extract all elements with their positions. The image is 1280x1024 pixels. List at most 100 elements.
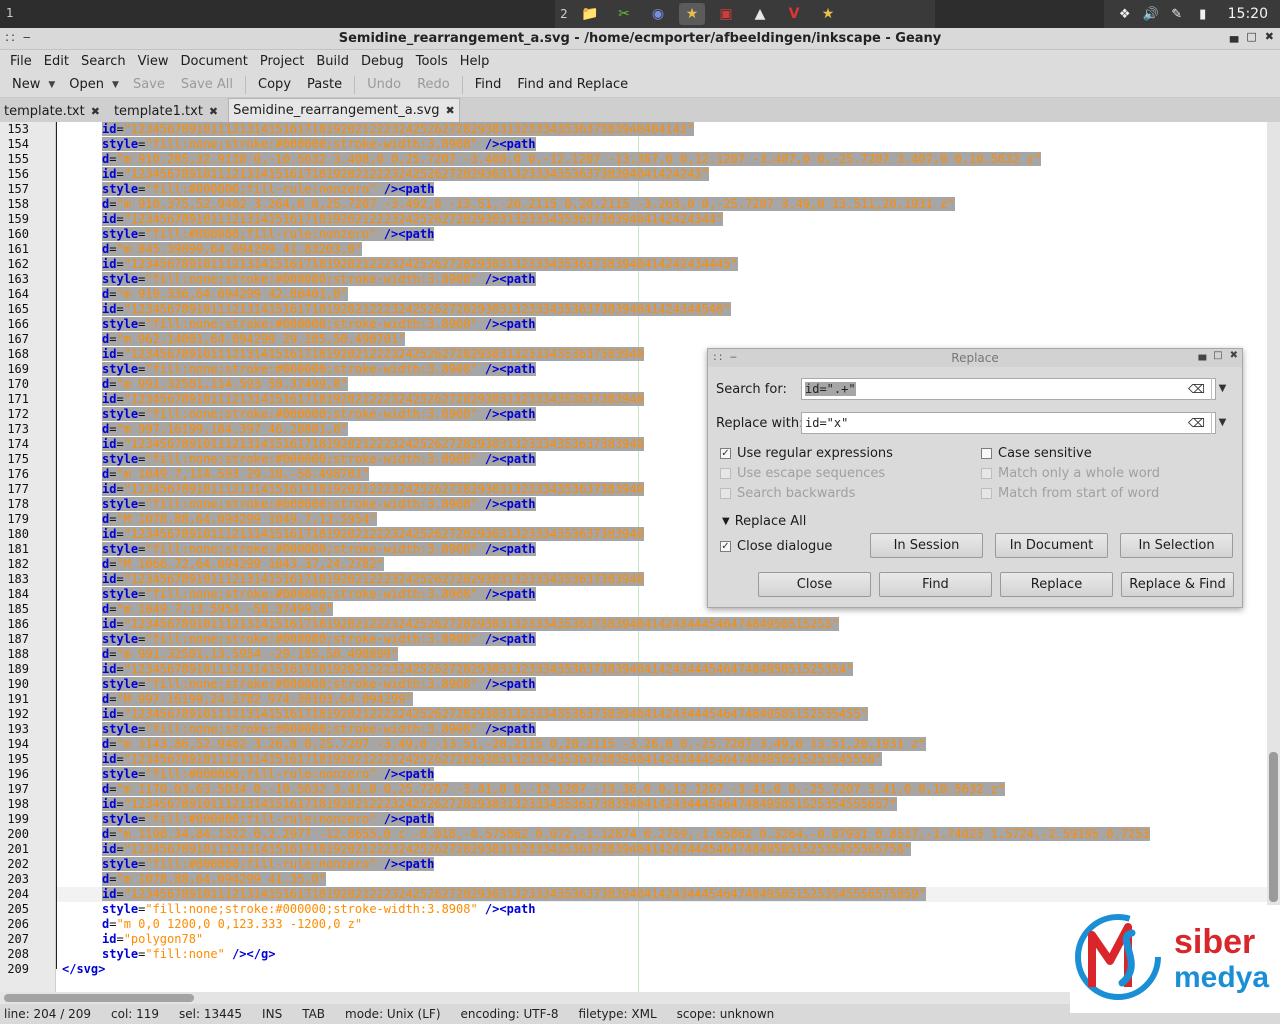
code-line[interactable]: style="fill:none;stroke:#000000;stroke-w… [102,407,536,422]
vivaldi-icon[interactable]: V [781,3,807,25]
replace-all-expander[interactable]: ▼ Replace All [722,514,806,529]
in-session-button[interactable]: In Session [870,533,983,558]
code-line[interactable]: style="fill:none;stroke:#000000;stroke-w… [102,902,536,917]
menu-view[interactable]: View [132,54,175,69]
menu-edit[interactable]: Edit [38,54,75,69]
code-line[interactable]: id="123456789101112131415161718192021222… [102,122,695,137]
replace-with-input[interactable]: id="x" [801,412,1216,434]
use-escape-checkbox[interactable]: Use escape sequences [720,466,885,481]
code-line[interactable]: style="fill:none;stroke:#000000;stroke-w… [102,452,536,467]
code-line[interactable]: id="123456789101112131415161718192021222… [102,752,883,767]
clear-search-icon[interactable]: ⌫ [1188,382,1205,396]
code-line[interactable]: style="fill:none;stroke:#000000;stroke-w… [102,542,536,557]
code-line[interactable]: id="123456789101112131415161718192021222… [102,167,709,182]
close-dialogue-checkbox[interactable]: ✓ Close dialogue [720,539,832,554]
code-line[interactable]: d="m 0,0 1200,0 0,123.333 -1200,0 z" [102,917,362,932]
use-regex-checkbox[interactable]: ✓ Use regular expressions [720,446,893,461]
code-line[interactable]: d="m 1190.34,84.1322 0,2.2977 -12.8655,0… [102,827,1150,842]
open-dropdown-icon[interactable]: ▼ [112,80,119,90]
code-line[interactable]: id="123456789101112131415161718192021222… [102,887,926,902]
code-line[interactable]: style="fill:none;stroke:#000000;stroke-w… [102,362,536,377]
vertical-scrollbar[interactable] [1267,122,1280,992]
close-tab-icon[interactable]: ✖ [209,105,218,118]
code-line[interactable]: id="123456789101112131415161718192021222… [102,842,912,857]
replace-and-find-button[interactable]: Replace & Find [1121,572,1234,597]
close-window-icon[interactable]: ✖ [1265,30,1274,43]
code-line[interactable]: d="m 1170.03,63.5034 0,-10.5632 3.41,0 0… [102,782,1006,797]
search-for-input[interactable]: id=".+" [801,378,1216,400]
code-line[interactable]: style="fill:#000000;fill-rule:nonzero" /… [102,767,435,782]
code-line[interactable]: id="123456789101112131415161718192021222… [102,662,854,677]
code-line[interactable]: d="m 997.16199,104.397 46.20801,0" [102,422,348,437]
code-line[interactable]: d="m 845.39899,64.094299 41.83203,0" [102,242,363,257]
in-selection-button[interactable]: In Selection [1120,533,1233,558]
geany-alt-icon[interactable]: ★ [815,3,841,25]
code-line[interactable]: style="fill:none;stroke:#000000;stroke-w… [102,317,536,332]
tab-semidine-svg[interactable]: Semidine_rearrangement_a.svg ✖ [228,98,460,122]
find-dialog-button[interactable]: Find [879,572,992,597]
menu-build[interactable]: Build [310,54,355,69]
open-button[interactable]: Open [61,77,112,92]
clear-replace-icon[interactable]: ⌫ [1188,416,1205,430]
tab-template-txt[interactable]: template.txt ✖ [0,100,104,122]
code-line[interactable]: style="fill:#000000;fill-rule:nonzero" /… [102,227,435,242]
search-history-dropdown-icon[interactable]: ▼ [1211,378,1233,400]
maximize-icon[interactable]: □ [1246,30,1256,43]
workspace-indicator[interactable]: 1 [6,6,14,20]
inkscape-icon[interactable]: ▲ [747,3,773,25]
code-line[interactable]: </svg> [62,962,105,977]
code-line[interactable]: id="123456789101112131415161718192021222… [102,572,644,587]
code-line[interactable]: id="123456789101112131415161718192021222… [102,527,644,542]
code-line[interactable]: id="123456789101112131415161718192021222… [102,212,724,227]
code-line[interactable]: d="m 991.32501,13.5954 -29.185,50.498899… [102,647,399,662]
undo-button[interactable]: Undo [359,77,409,92]
code-line[interactable]: d="m 910.285,32.9138 0,-10.5632 3.408,0 … [102,152,1042,167]
code-line[interactable]: id="123456789101112131415161718192021222… [102,257,738,272]
code-line[interactable]: d="M 1078.88,64.094299 1049.7,13.5954" [102,512,377,527]
code-line[interactable]: d="m 962.14001,64.094299 29.185,50.49870… [102,332,406,347]
code-line[interactable]: d="M 1066.72,64.094299 1043.37,24.2782" [102,557,384,572]
menu-help[interactable]: Help [454,54,496,69]
new-dropdown-icon[interactable]: ▼ [48,80,55,90]
code-line[interactable]: style="fill:none;stroke:#000000;stroke-w… [102,497,536,512]
presentation-icon[interactable]: ▣ [713,3,739,25]
code-line[interactable]: id="123456789101112131415161718192021222… [102,707,868,722]
code-line[interactable]: style="fill:none;stroke:#000000;stroke-w… [102,272,536,287]
code-line[interactable]: style="fill:none;stroke:#000000;stroke-w… [102,632,536,647]
menu-project[interactable]: Project [254,54,310,69]
code-line[interactable]: d="m 910.375,52.9402 3.264,0 0,25.7207 -… [102,197,955,212]
workspace-number[interactable]: 2 [555,7,573,21]
dialog-titlebar[interactable]: :: ‒ Replace ▄ □ ✖ [708,349,1242,367]
vertical-scroll-thumb[interactable] [1269,752,1278,902]
battery-icon[interactable]: ▮ [1192,4,1214,24]
folder-icon[interactable]: 📁 [577,3,603,25]
redo-button[interactable]: Redo [409,77,458,92]
pen-icon[interactable]: ✎ [1166,4,1188,24]
in-document-button[interactable]: In Document [995,533,1108,558]
code-line[interactable]: id="123456789101112131415161718192021222… [102,392,644,407]
code-line[interactable]: d="m 991.32501,114.593 58.37499,0" [102,377,348,392]
menu-document[interactable]: Document [174,54,253,69]
tab-template1-txt[interactable]: template1.txt ✖ [110,100,222,122]
code-line[interactable]: d="m 1049.7,13.5954 -58.37499,0" [102,602,334,617]
search-backwards-checkbox[interactable]: Search backwards [720,486,855,501]
find-replace-button[interactable]: Find and Replace [509,77,636,92]
code-line[interactable]: id="polygon78" [102,932,203,947]
close-tab-icon[interactable]: ✖ [91,105,100,118]
code-line[interactable]: style="fill:none;stroke:#000000;stroke-w… [102,587,536,602]
code-line[interactable]: id="123456789101112131415161718192021222… [102,347,644,362]
code-line[interactable]: style="fill:none" /></g> [102,947,275,962]
code-line[interactable]: d="m 1078.88,64.094299 41.35,0" [102,872,326,887]
clock[interactable]: 15:20 [1228,6,1268,22]
geany-icon[interactable]: ★ [679,3,705,25]
code-line[interactable]: d="m 1143.86,52.9402 3.26,0 0,25.7207 -3… [102,737,926,752]
whole-word-checkbox[interactable]: Match only a whole word [981,466,1160,481]
save-button[interactable]: Save [125,77,173,92]
close-button[interactable]: Close [758,572,871,597]
replace-button[interactable]: Replace [1000,572,1113,597]
code-line[interactable]: id="123456789101112131415161718192021222… [102,302,731,317]
code-line[interactable]: style="fill:#000000;fill-rule:nonzero" /… [102,182,435,197]
scissors-icon[interactable]: ✂ [611,3,637,25]
close-dialog-icon[interactable]: ✖ [1230,350,1238,361]
save-all-button[interactable]: Save All [173,77,241,92]
